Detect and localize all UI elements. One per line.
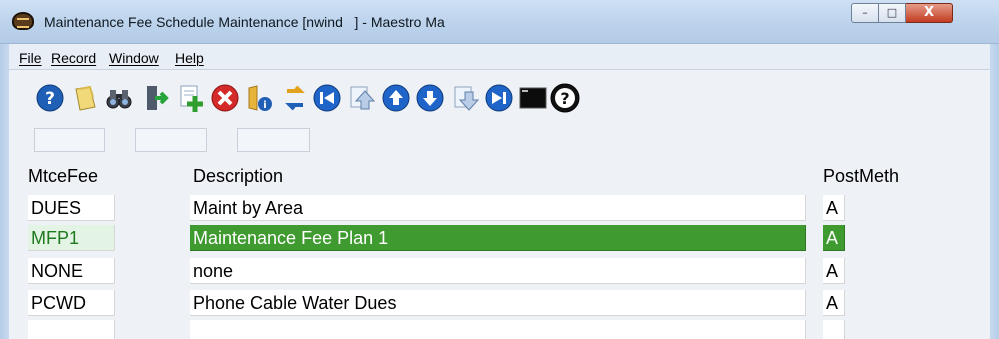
cell-description[interactable]: Maintenance Fee Plan 1 <box>190 225 806 251</box>
refresh-icon[interactable] <box>280 83 310 113</box>
header-postmeth: PostMeth <box>823 166 900 186</box>
page-down-icon[interactable] <box>451 83 481 113</box>
delete-record-icon[interactable] <box>210 83 240 113</box>
close-button[interactable]: X <box>906 3 953 23</box>
svg-text:i: i <box>263 100 266 111</box>
next-record-icon[interactable] <box>415 83 445 113</box>
maximize-button[interactable]: □ <box>879 3 906 23</box>
previous-record-icon[interactable] <box>381 83 411 113</box>
cell-mtcefee[interactable]: DUES <box>28 195 115 221</box>
cell-postmeth[interactable]: A <box>823 258 845 284</box>
folder-info-icon[interactable]: i <box>245 83 275 113</box>
cell-description[interactable] <box>190 320 806 339</box>
cell-postmeth[interactable]: A <box>823 290 845 316</box>
header-mtcefee: MtceFee <box>28 166 99 186</box>
console-icon[interactable] <box>518 83 548 113</box>
menu-window[interactable]: Window <box>109 50 159 66</box>
notepad-icon[interactable] <box>70 83 100 113</box>
window-frame-right <box>990 44 999 339</box>
menu-file[interactable]: File <box>19 50 42 66</box>
window-frame-left <box>0 44 9 339</box>
status-box-3 <box>237 128 310 152</box>
svg-text:?: ? <box>45 89 55 109</box>
header-description: Description <box>193 166 284 186</box>
cell-postmeth[interactable] <box>823 320 845 339</box>
menu-bar: File Record Window Help <box>9 44 990 70</box>
menu-record[interactable]: Record <box>51 50 96 66</box>
about-icon[interactable]: ? <box>550 83 580 113</box>
exit-door-icon[interactable] <box>139 83 169 113</box>
find-binoculars-icon[interactable] <box>104 83 134 113</box>
cell-mtcefee[interactable]: PCWD <box>28 290 115 316</box>
svg-text:?: ? <box>560 89 569 108</box>
add-record-icon[interactable] <box>176 83 206 113</box>
cell-postmeth[interactable]: A <box>823 195 845 221</box>
window-title: Maintenance Fee Schedule Maintenance [nw… <box>44 14 445 30</box>
first-record-icon[interactable] <box>312 83 342 113</box>
page-up-icon[interactable] <box>347 83 377 113</box>
cell-postmeth[interactable]: A <box>823 225 845 251</box>
cell-mtcefee[interactable]: MFP1 <box>28 225 115 251</box>
help-icon[interactable]: ? <box>35 83 65 113</box>
status-box-1 <box>34 128 105 152</box>
status-box-2 <box>135 128 207 152</box>
menu-help[interactable]: Help <box>175 50 204 66</box>
cell-description[interactable]: none <box>190 258 806 284</box>
last-record-icon[interactable] <box>484 83 514 113</box>
cell-mtcefee[interactable] <box>28 320 115 339</box>
title-bar[interactable]: Maintenance Fee Schedule Maintenance [nw… <box>0 0 999 44</box>
cell-description[interactable]: Maint by Area <box>190 195 806 221</box>
cell-mtcefee[interactable]: NONE <box>28 258 115 284</box>
minimize-button[interactable]: – <box>851 3 879 23</box>
app-logo-icon <box>12 12 34 30</box>
cell-description[interactable]: Phone Cable Water Dues <box>190 290 806 316</box>
